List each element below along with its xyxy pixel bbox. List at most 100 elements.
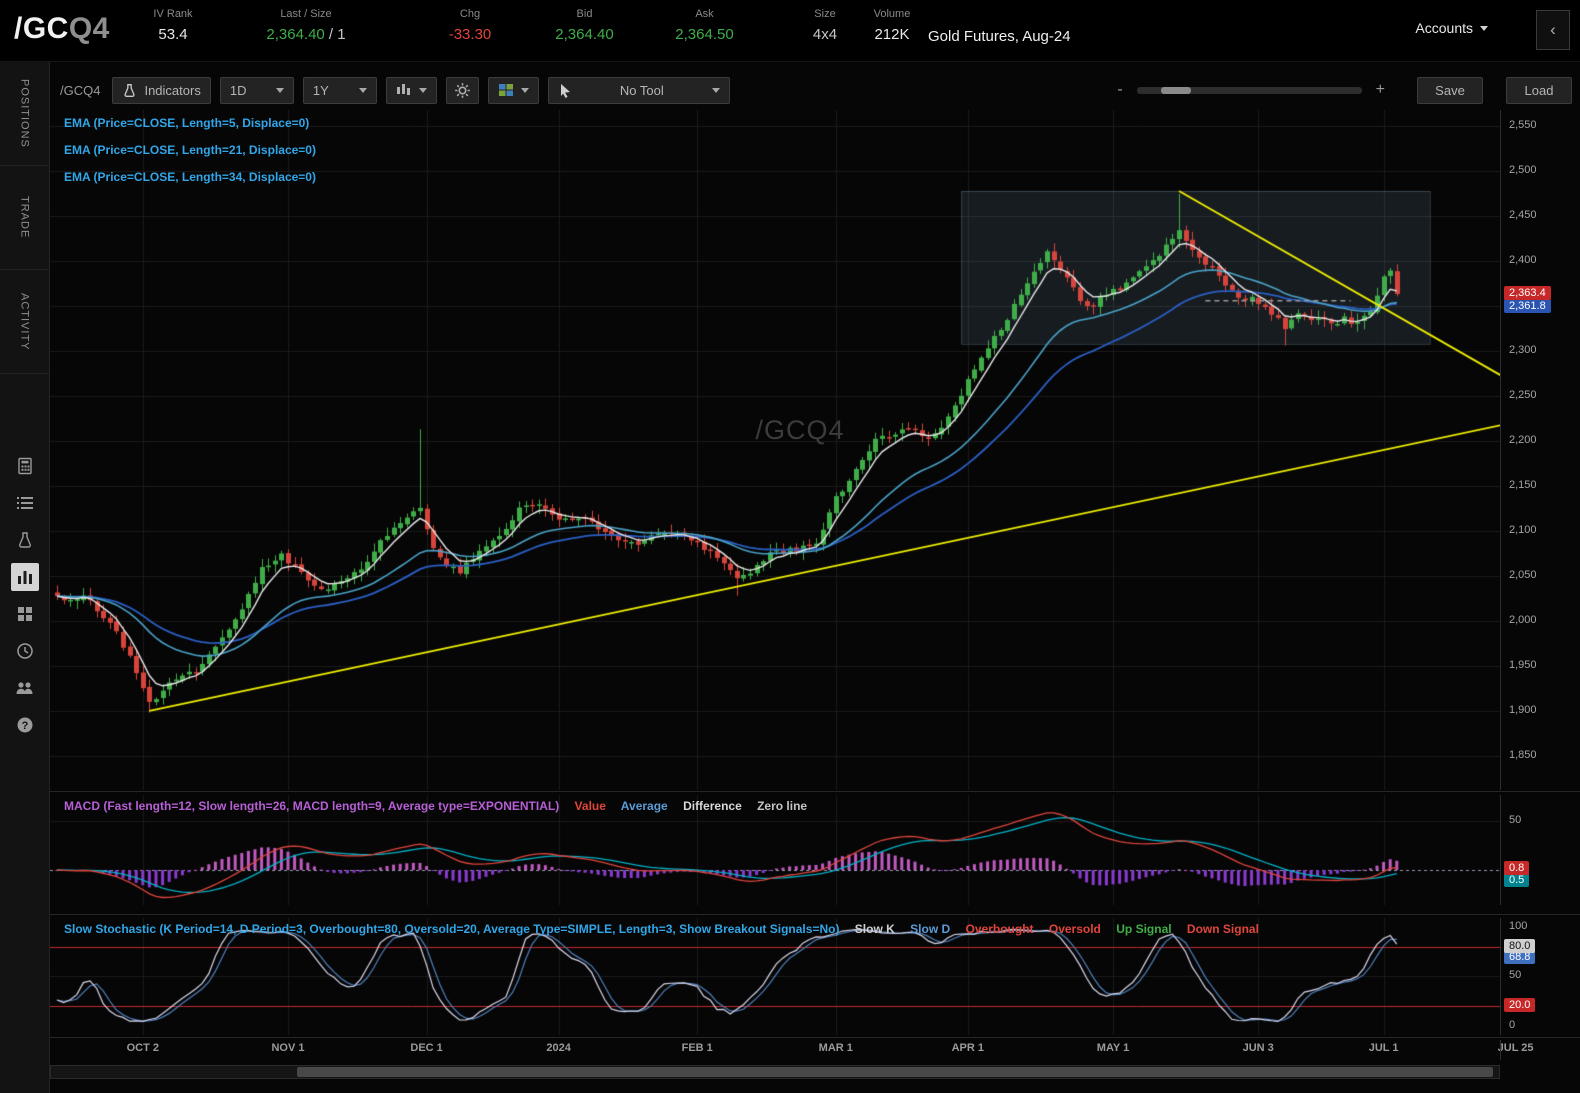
chart-settings-button[interactable] xyxy=(445,76,479,104)
ema-study-label-34[interactable]: EMA (Price=CLOSE, Length=34, Displace=0) xyxy=(64,170,316,184)
stoch-legend-overbought[interactable]: Overbought xyxy=(966,922,1034,936)
stoch-legend-downsignal[interactable]: Down Signal xyxy=(1187,922,1259,936)
zoom-out-button[interactable]: - xyxy=(1112,81,1127,99)
chevron-down-icon xyxy=(418,87,427,93)
range-dropdown[interactable]: 1Y xyxy=(302,76,377,104)
tool-value: No Tool xyxy=(619,82,664,98)
chart-icon[interactable] xyxy=(10,563,39,591)
chart-watermark: /GCQ4 xyxy=(755,415,845,445)
accounts-label: Accounts xyxy=(1415,20,1473,36)
chevron-down-icon xyxy=(358,87,367,93)
bid-label: Bid xyxy=(576,8,593,20)
macd-legend-average[interactable]: Average xyxy=(621,799,668,813)
macd-study-row: MACD (Fast length=12, Slow length=26, MA… xyxy=(64,799,819,813)
sidebar-tab-positions[interactable]: POSITIONS xyxy=(0,62,49,166)
stoch-study-label[interactable]: Slow Stochastic (K Period=14, D Period=3… xyxy=(64,922,839,936)
layout-grid-icon xyxy=(498,84,513,96)
time-axis[interactable]: OCT 2 NOV 1 DEC 1 2024 FEB 1 MAR 1 APR 1 MAY 1 J… xyxy=(50,1040,1580,1060)
chg-label: Chg xyxy=(459,8,481,20)
chg-value: -33.30 xyxy=(448,26,492,43)
ask-field: Ask 2,364.50 xyxy=(652,8,757,43)
ema-price-bubble: 2,361.8 xyxy=(1504,299,1551,313)
stoch-legend-slowk[interactable]: Slow K xyxy=(855,922,895,936)
price-tick-label: 2,400 xyxy=(1509,254,1537,267)
stoch-legend-upsignal[interactable]: Up Signal xyxy=(1116,922,1171,936)
cursor-icon xyxy=(560,83,570,98)
chevron-down-icon xyxy=(275,87,284,93)
time-tick-label: JUL 1 xyxy=(1368,1042,1399,1054)
community-icon[interactable] xyxy=(11,674,39,702)
chart-toolbar: /GCQ4 Indicators 1D 1Y No Tool - + Save … xyxy=(60,76,1572,104)
price-tick-label: 2,100 xyxy=(1509,523,1537,536)
layout-grid-dropdown[interactable] xyxy=(487,76,539,104)
save-label: Save xyxy=(1435,82,1465,98)
drawing-tool-dropdown[interactable]: No Tool xyxy=(547,76,730,104)
zoom-slider-thumb[interactable] xyxy=(1160,86,1191,94)
time-tick-label: OCT 2 xyxy=(126,1042,159,1054)
price-tick-label: 2,150 xyxy=(1509,478,1537,491)
sidebar-icon-stack: ? xyxy=(0,452,49,739)
pane-separator xyxy=(50,1037,1580,1038)
price-tick-label: 2,300 xyxy=(1509,344,1537,357)
macd-tick-label: 50 xyxy=(1509,814,1522,826)
volume-label: Volume xyxy=(873,8,911,20)
price-chart-canvas[interactable] xyxy=(50,110,1500,790)
price-tick-label: 2,000 xyxy=(1509,613,1537,626)
stoch-legend-slowd[interactable]: Slow D xyxy=(910,922,950,936)
toolbar-symbol: /GCQ4 xyxy=(60,82,101,98)
calculator-icon[interactable] xyxy=(11,452,39,480)
indicators-button[interactable]: Indicators xyxy=(112,76,211,104)
time-tick-label: JUN 3 xyxy=(1242,1042,1274,1054)
last-size-label: Last / Size xyxy=(280,8,332,20)
stoch-axis[interactable]: 80.0 68.8 20.0 100 50 0 xyxy=(1500,918,1580,1035)
instrument-description: Gold Futures, Aug-24 xyxy=(928,28,1071,45)
zoom-slider[interactable] xyxy=(1136,86,1362,94)
macd-legend-value[interactable]: Value xyxy=(575,799,606,813)
macd-axis[interactable]: 0.8 0.5 500 xyxy=(1500,795,1580,905)
macd-legend-difference[interactable]: Difference xyxy=(683,799,742,813)
save-button[interactable]: Save xyxy=(1417,76,1483,104)
zoom-in-button[interactable]: + xyxy=(1371,81,1390,99)
macd-pane: MACD (Fast length=12, Slow length=26, MA… xyxy=(50,795,1500,905)
iv-rank-value: 53.4 xyxy=(158,26,188,43)
beaker-icon[interactable] xyxy=(11,526,39,554)
left-sidebar: POSITIONS TRADE ACTIVITY ? xyxy=(0,62,50,1093)
load-button[interactable]: Load xyxy=(1506,76,1572,104)
load-label: Load xyxy=(1524,82,1554,98)
help-icon[interactable]: ? xyxy=(11,711,39,739)
size-value: 4x4 xyxy=(812,26,838,43)
collapse-panel-button[interactable]: ‹ xyxy=(1536,10,1570,50)
price-tick-label: 2,450 xyxy=(1509,209,1537,222)
sidebar-tab-activity[interactable]: ACTIVITY xyxy=(0,270,49,374)
price-tick-label: 1,900 xyxy=(1509,703,1537,716)
symbol-suffix: Q4 xyxy=(68,12,110,45)
macd-legend-zeroline[interactable]: Zero line xyxy=(757,799,807,813)
ema-study-label-21[interactable]: EMA (Price=CLOSE, Length=21, Displace=0) xyxy=(64,143,316,157)
volume-field: Volume 212K xyxy=(860,8,924,43)
indicators-label: Indicators xyxy=(144,82,201,98)
chart-style-dropdown[interactable] xyxy=(385,76,437,104)
clock-icon[interactable] xyxy=(11,637,39,665)
ema-study-label-5[interactable]: EMA (Price=CLOSE, Length=5, Displace=0) xyxy=(64,116,309,130)
time-tick-label: JUL 25 xyxy=(1497,1042,1534,1054)
macd-average-bubble: 0.5 xyxy=(1504,873,1530,887)
price-axis[interactable]: 2,363.4 2,361.8 2,5502,5002,4502,4002,35… xyxy=(1500,110,1580,790)
chevron-down-icon xyxy=(1480,25,1488,31)
accounts-menu[interactable]: Accounts xyxy=(1415,20,1488,36)
price-tick-label: 1,950 xyxy=(1509,658,1537,671)
time-tick-label: MAY 1 xyxy=(1096,1042,1130,1054)
price-tick-label: 2,250 xyxy=(1509,389,1537,402)
price-tick-label: 2,050 xyxy=(1509,568,1537,581)
macd-study-label[interactable]: MACD (Fast length=12, Slow length=26, MA… xyxy=(64,799,559,813)
scrollbar-thumb[interactable] xyxy=(297,1067,1494,1077)
quote-header: /GCQ4 IV Rank 53.4 Last / Size 2,364.40 … xyxy=(0,0,1580,62)
watchlist-icon[interactable] xyxy=(11,489,39,517)
timeframe-dropdown[interactable]: 1D xyxy=(219,76,294,104)
stoch-legend-oversold[interactable]: Oversold xyxy=(1049,922,1101,936)
chart-scrollbar[interactable] xyxy=(50,1065,1500,1079)
size-label: Size xyxy=(814,8,836,20)
ask-label: Ask xyxy=(695,8,714,20)
stoch-tick-label: 100 xyxy=(1509,920,1528,933)
sidebar-tab-trade[interactable]: TRADE xyxy=(0,166,49,270)
grid-icon[interactable] xyxy=(11,600,39,628)
